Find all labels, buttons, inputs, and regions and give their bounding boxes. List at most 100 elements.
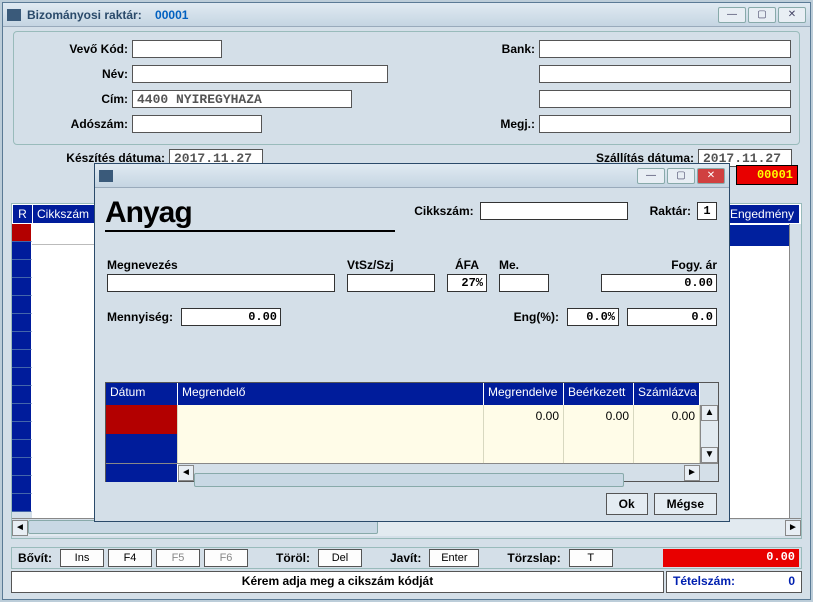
raktar-input[interactable] [697,202,717,220]
mg-cell-beerkezett-1[interactable] [564,434,634,463]
me-input[interactable] [499,274,549,292]
bank-label: Bank: [479,42,539,56]
vtsz-label: VtSz/Szj [347,258,435,272]
torol-label: Töröl: [272,551,314,565]
adoszam-input[interactable] [132,115,262,133]
mg-vscroll[interactable]: ▲ ▼ [700,405,718,463]
bottom-bar: Bővít: Ins F4 F5 F6 Töröl: Del Javít: En… [11,547,802,569]
mg-vscroll-up[interactable]: ▲ [701,405,718,421]
t-button[interactable]: T [569,549,613,567]
vevo-kod-label: Vevő Kód: [22,42,132,56]
status-message: Kérem adja meg a cikszám kódját [11,571,664,593]
mg-cell-megrendelo-1[interactable] [178,434,484,463]
cancel-button[interactable]: Mégse [654,493,717,515]
megnevezes-input[interactable] [107,274,335,292]
megj-label: Megj.: [479,117,539,131]
f6-button[interactable]: F6 [204,549,248,567]
modal-body: Anyag Cikkszám: Raktár: Megnevezés VtSz/… [95,188,729,521]
raktar-label: Raktár: [650,204,691,218]
tetel-label: Tételszám: [673,574,735,590]
mgcol-datum[interactable]: Dátum [106,383,178,405]
minimize-button[interactable]: — [718,7,746,23]
modal-close-button[interactable]: ✕ [697,168,725,184]
fogyar-label: Fogy. ár [671,258,717,272]
mg-hscroll-left[interactable]: ◄ [178,465,194,481]
window-icon [7,9,21,21]
status-count: Tételszám: 0 [666,571,802,593]
ins-button[interactable]: Ins [60,549,104,567]
hscroll-left-arrow[interactable]: ◄ [12,520,28,536]
grid-vscroll[interactable] [789,224,801,518]
mg-cell-datum-1[interactable] [106,434,178,463]
mg-hscroll-thumb[interactable] [194,473,624,487]
torzslap-label: Törzslap: [503,551,564,565]
mg-hscroll[interactable]: ◄ ► [106,463,718,481]
title-text: Bizományosi raktár: [27,8,142,22]
javit-label: Javít: [386,551,425,565]
vevo-kod-input[interactable] [132,40,222,58]
modal-top-fields: Cikkszám: Raktár: [414,202,717,220]
mgcol-szamlazva[interactable]: Számlázva [634,383,700,405]
mg-cell-megrendelve[interactable]: 0.00 [484,405,564,434]
modal-maximize-button[interactable]: ▢ [667,168,695,184]
cikkszam-input[interactable] [480,202,628,220]
eng-val-input[interactable] [627,308,717,326]
me-label: Me. [499,258,549,272]
mgcol-megrendelo[interactable]: Megrendelő [178,383,484,405]
bank-input-1[interactable] [539,40,791,58]
modal-buttons: Ok Mégse [606,493,717,515]
megnevezes-label: Megnevezés [107,258,335,272]
mg-row-1[interactable] [106,434,700,463]
megj-input[interactable] [539,115,791,133]
close-button[interactable]: ✕ [778,7,806,23]
col-cikkszam[interactable]: Cikkszám [33,205,95,223]
modal-icon [99,170,113,182]
mgcol-beerkezett[interactable]: Beérkezett [564,383,634,405]
fogyar-input[interactable] [601,274,717,292]
vtsz-input[interactable] [347,274,435,292]
del-button[interactable]: Del [318,549,362,567]
mg-row-0[interactable]: 0.00 0.00 0.00 [106,405,700,434]
mg-cell-beerkezett[interactable]: 0.00 [564,405,634,434]
afa-input[interactable] [447,274,487,292]
bank-input-3[interactable] [539,90,791,108]
window-controls: — ▢ ✕ [718,7,806,23]
anyag-dialog: — ▢ ✕ Anyag Cikkszám: Raktár: Megnevezés… [94,163,730,522]
mennyiseg-input[interactable] [181,308,281,326]
cikkszam-label: Cikkszám: [414,204,473,218]
col-engedmeny[interactable]: Engedmény [726,205,800,223]
bank-input-2[interactable] [539,65,791,83]
mg-cell-megrendelo[interactable] [178,405,484,434]
mg-cell-szamlazva-1[interactable] [634,434,700,463]
mg-vscroll-track[interactable] [701,421,718,447]
tetel-value: 0 [788,574,795,590]
modal-grid-header: Dátum Megrendelő Megrendelve Beérkezett … [106,383,718,405]
modal-grid: Dátum Megrendelő Megrendelve Beérkezett … [105,382,719,482]
bovit-label: Bővít: [14,551,56,565]
mg-cell-datum[interactable] [106,405,178,434]
modal-grid-rows[interactable]: 0.00 0.00 0.00 [106,405,700,463]
mgcol-megrendelve[interactable]: Megrendelve [484,383,564,405]
nev-label: Név: [22,67,132,81]
mg-cell-szamlazva[interactable]: 0.00 [634,405,700,434]
cim-input[interactable] [132,90,352,108]
modal-row-2: Mennyiség: Eng(%): [107,308,717,326]
modal-grid-body: 0.00 0.00 0.00 ▲ ▼ [106,405,718,463]
maximize-button[interactable]: ▢ [748,7,776,23]
mg-hscroll-right[interactable]: ► [684,465,700,481]
mg-scroll-corner [700,383,718,405]
adoszam-label: Adószám: [22,117,132,131]
eng-pct-input[interactable] [567,308,619,326]
hscroll-right-arrow[interactable]: ► [785,520,801,536]
mg-cell-megrendelve-1[interactable] [484,434,564,463]
status-bar: Kérem adja meg a cikszám kódját Tételszá… [11,571,802,593]
enter-button[interactable]: Enter [429,549,479,567]
eng-label: Eng(%): [514,310,559,324]
nev-input[interactable] [132,65,388,83]
f5-button[interactable]: F5 [156,549,200,567]
col-r[interactable]: R [13,205,33,223]
mg-vscroll-down[interactable]: ▼ [701,447,718,463]
ok-button[interactable]: Ok [606,493,648,515]
modal-minimize-button[interactable]: — [637,168,665,184]
f4-button[interactable]: F4 [108,549,152,567]
